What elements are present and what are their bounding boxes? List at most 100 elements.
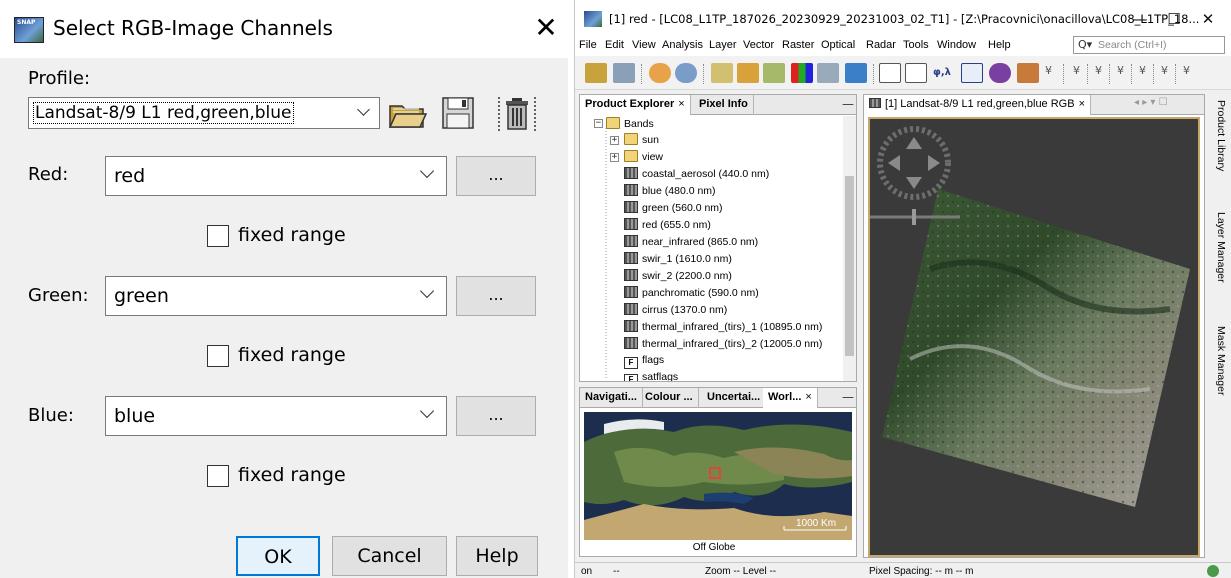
band-item[interactable]: cirrus (1370.0 nm) [624, 303, 727, 319]
menu-layer[interactable]: Layer [709, 39, 737, 51]
band-item[interactable]: thermal_infrared_(tirs)_1 (10895.0 nm) [624, 320, 822, 336]
menu-optical[interactable]: Optical [821, 39, 855, 51]
image-view-icon[interactable] [817, 63, 839, 83]
range-finder-icon[interactable] [879, 63, 901, 83]
tab-uncertainty[interactable]: Uncertai... [702, 388, 767, 408]
maximize-icon[interactable]: ☐ [1161, 8, 1187, 30]
tree-node-bands[interactable]: Bands [606, 117, 654, 133]
band-item[interactable]: blue (480.0 nm) [624, 184, 716, 200]
profile-plot-icon[interactable] [961, 63, 983, 83]
cancel-button[interactable]: Cancel [332, 536, 447, 576]
minimize-panel-icon[interactable]: — [842, 97, 854, 111]
menu-analysis[interactable]: Analysis [662, 39, 703, 51]
close-icon[interactable]: ✕ [526, 9, 566, 49]
band-item[interactable]: near_infrared (865.0 nm) [624, 235, 758, 251]
blue-fixed-range-checkbox[interactable] [207, 465, 229, 487]
menu-file[interactable]: File [579, 39, 597, 51]
blue-expression-button[interactable]: ... [456, 396, 536, 436]
red-fixed-range-checkbox[interactable] [207, 225, 229, 247]
spectrum-icon[interactable] [1017, 63, 1039, 83]
menu-radar[interactable]: Radar [866, 39, 896, 51]
tab-product-library[interactable]: Product Library [1211, 100, 1227, 171]
menu-raster[interactable]: Raster [782, 39, 814, 51]
band-item[interactable]: swir_1 (1610.0 nm) [624, 252, 732, 268]
geo-coordinates-icon[interactable]: φ,λ [931, 63, 953, 83]
tab-navigation[interactable]: Navigati... [580, 388, 643, 408]
open-product-icon[interactable] [585, 63, 607, 83]
menu-window[interactable]: Window [937, 39, 976, 51]
red-expression-button[interactable]: ... [456, 156, 536, 196]
close-icon[interactable]: × [805, 391, 811, 403]
flag-item[interactable]: Fsatflags [624, 371, 678, 381]
more-tools-icon[interactable]: ¥ [1117, 64, 1124, 77]
snap-titlebar[interactable]: [1] red - [LC08_L1TP_187026_20230929_202… [575, 0, 1231, 36]
more-tools-icon[interactable]: ¥ [1183, 64, 1190, 77]
blue-channel-select[interactable]: blue [105, 396, 447, 436]
tab-product-explorer[interactable]: Product Explorer × [580, 95, 691, 115]
close-icon[interactable]: × [678, 98, 684, 110]
undo-icon[interactable] [649, 63, 671, 83]
tab-pixel-info[interactable]: Pixel Info [694, 95, 754, 115]
band-info-icon[interactable] [763, 63, 785, 83]
redo-icon[interactable] [675, 63, 697, 83]
open-folder-icon[interactable] [387, 97, 427, 131]
draw-line-icon[interactable] [905, 63, 927, 83]
rgb-image-icon[interactable] [791, 63, 813, 83]
pan-navigation-control[interactable] [877, 126, 951, 200]
expand-icon[interactable]: + [610, 153, 619, 162]
delete-icon[interactable] [497, 95, 537, 133]
save-icon[interactable] [440, 95, 476, 131]
tab-layer-manager[interactable]: Layer Manager [1211, 212, 1227, 283]
more-tools-icon[interactable]: ¥ [1139, 64, 1146, 77]
tab-colour-manipulation[interactable]: Colour ... [640, 388, 699, 408]
save-product-icon[interactable] [613, 63, 635, 83]
menu-help[interactable]: Help [988, 39, 1011, 51]
menu-edit[interactable]: Edit [605, 39, 624, 51]
flag-item[interactable]: Fflags [624, 354, 664, 370]
tree-scrollbar[interactable] [843, 116, 856, 381]
tree-node-view[interactable]: view [624, 150, 663, 166]
more-tools-icon[interactable]: ¥ [1161, 64, 1168, 77]
scrollbar-thumb[interactable] [845, 176, 854, 356]
dialog-titlebar[interactable]: SNAP Select RGB-Image Channels ✕ [0, 0, 568, 58]
band-item[interactable]: swir_2 (2200.0 nm) [624, 269, 732, 285]
wave-icon[interactable] [845, 63, 867, 83]
menu-view[interactable]: View [632, 39, 656, 51]
tab-mask-manager[interactable]: Mask Manager [1211, 326, 1227, 395]
view-tab-controls[interactable]: ◂ ▸ ▾ ☐ [1134, 97, 1168, 108]
red-channel-select[interactable]: red [105, 156, 447, 196]
band-item[interactable]: green (560.0 nm) [624, 201, 723, 217]
green-channel-select[interactable]: green [105, 276, 447, 316]
image-view-icon [869, 98, 881, 108]
band-item[interactable]: thermal_infrared_(tirs)_2 (12005.0 nm) [624, 337, 822, 353]
more-tools-icon[interactable]: ¥ [1095, 64, 1102, 77]
image-canvas[interactable] [868, 117, 1200, 557]
profile-select[interactable]: Landsat-8/9 L1 red,green,blue [28, 97, 380, 129]
green-fixed-range-checkbox[interactable] [207, 345, 229, 367]
band-subset-icon[interactable] [737, 63, 759, 83]
menu-tools[interactable]: Tools [903, 39, 929, 51]
band-item[interactable]: coastal_aerosol (440.0 nm) [624, 167, 769, 183]
green-expression-button[interactable]: ... [456, 276, 536, 316]
tree-node-sun[interactable]: sun [624, 133, 659, 149]
close-icon[interactable]: × [1079, 98, 1085, 110]
band-item[interactable]: red (655.0 nm) [624, 218, 711, 234]
more-tools-icon[interactable]: ¥ [1045, 64, 1052, 77]
statistics-icon[interactable] [989, 63, 1011, 83]
close-icon[interactable]: ✕ [1195, 8, 1221, 30]
more-tools-icon[interactable]: ¥ [1073, 64, 1080, 77]
search-input[interactable]: Q▾ Search (Ctrl+I) [1073, 36, 1225, 54]
menu-vector[interactable]: Vector [743, 39, 774, 51]
collapse-icon[interactable]: − [594, 119, 603, 128]
expand-icon[interactable]: + [610, 136, 619, 145]
help-button[interactable]: Help [456, 536, 538, 576]
tab-world-view[interactable]: Worl... × [763, 388, 818, 408]
minimize-panel-icon[interactable]: — [842, 390, 854, 404]
tab-rgb-image-view[interactable]: [1] Landsat-8/9 L1 red,green,blue RGB × [864, 95, 1092, 115]
band-maths-icon[interactable] [711, 63, 733, 83]
band-item[interactable]: panchromatic (590.0 nm) [624, 286, 759, 302]
minimize-icon[interactable]: — [1127, 8, 1153, 30]
world-map[interactable]: 1000 Km [584, 412, 852, 540]
band-icon [624, 235, 638, 247]
ok-button[interactable]: OK [236, 536, 320, 576]
